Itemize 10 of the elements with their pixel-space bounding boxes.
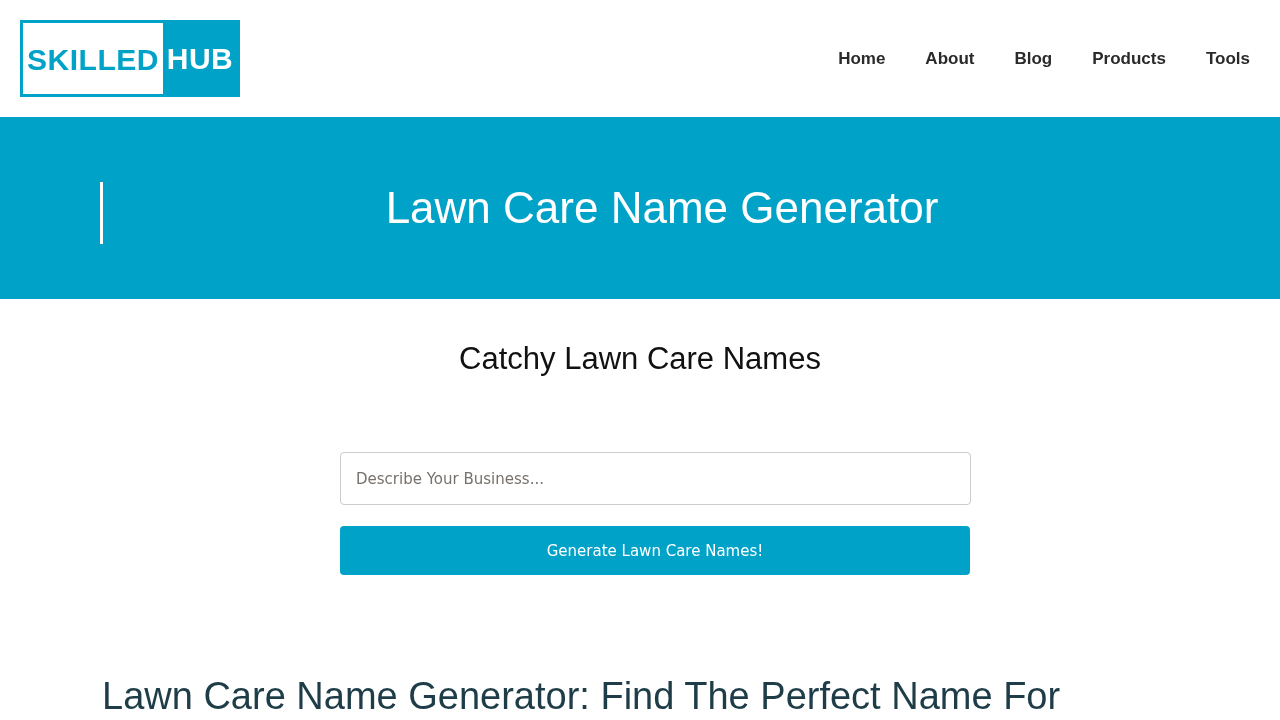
divider-line	[100, 182, 103, 244]
section-heading: Catchy Lawn Care Names	[459, 340, 821, 378]
nav-link[interactable]: Home	[838, 48, 886, 69]
nav-link[interactable]: Tools	[1205, 48, 1250, 69]
input-field[interactable]: Describe Your Business...	[340, 452, 971, 505]
nav-link[interactable]: Blog	[1014, 48, 1053, 69]
nav-link[interactable]: About	[925, 48, 975, 69]
page-title: Lawn Care Name Generator	[384, 182, 940, 234]
article-heading: Lawn Care Name Generator: Find The Perfect Name For	[102, 676, 1061, 716]
nav-link[interactable]: Products	[1092, 48, 1166, 69]
